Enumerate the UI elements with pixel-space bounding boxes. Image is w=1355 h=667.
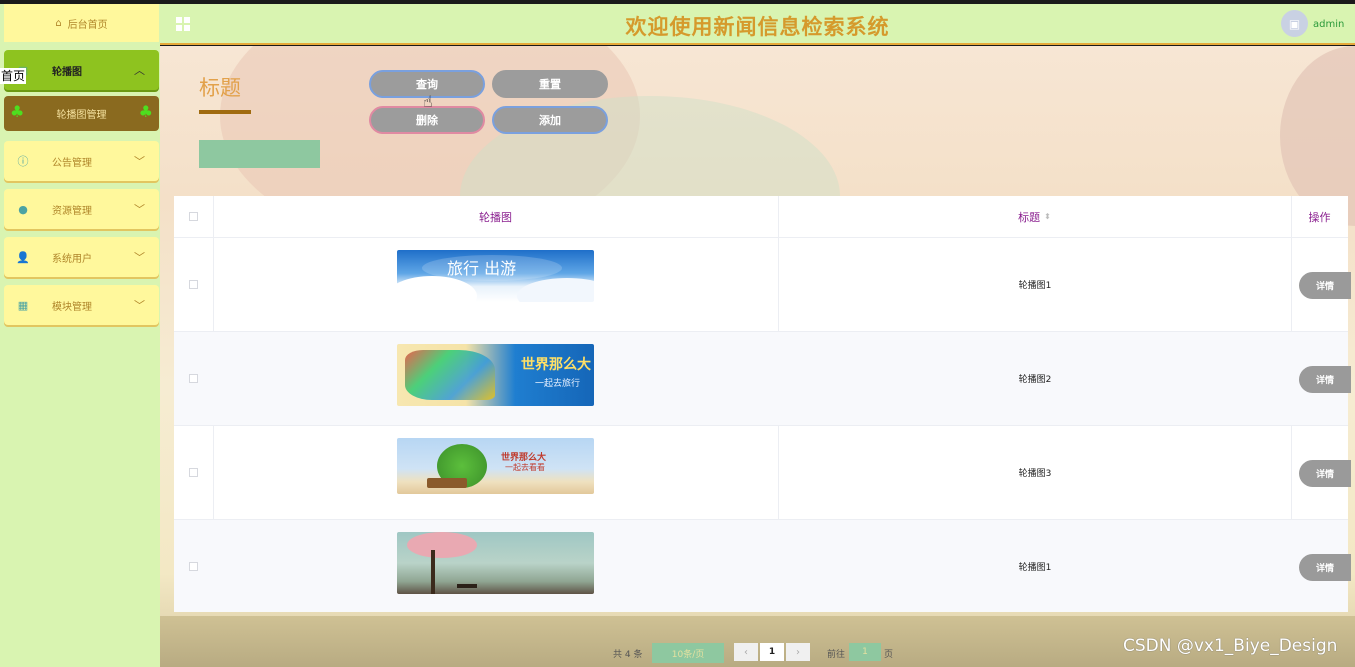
table-row: 轮播图1 详情: [174, 520, 1351, 612]
image-tree-trunk: [431, 550, 435, 594]
row-title: 轮播图1: [1018, 563, 1052, 573]
pointer-cursor-icon: ☝: [423, 92, 433, 111]
header-select-all-cell: [174, 196, 213, 238]
user-icon: 👤: [16, 250, 30, 264]
page-suffix-label: 页: [884, 649, 894, 660]
row-title: 轮播图2: [1018, 375, 1052, 385]
home-overlay-text: 首页: [0, 68, 27, 84]
main-content: 标题 查询 重置 删除 添加 ☝ 轮播图 标题 ⬍ 操作 旅行 出游 轮播图1: [160, 46, 1355, 667]
table-row: 世界那么大 一起去看看 轮播图3 详情: [174, 426, 1351, 520]
detail-button[interactable]: 详情: [1299, 272, 1351, 299]
watermark: CSDN @vx1_Biye_Design: [1123, 636, 1338, 656]
carousel-thumbnail: 世界那么大 一起去旅行: [397, 344, 594, 406]
table-row: 旅行 出游 轮播图1 详情: [174, 238, 1351, 332]
image-tree-canopy: [407, 532, 477, 558]
detail-button[interactable]: 详情: [1299, 554, 1351, 581]
sidebar-item-label: 轮播图: [52, 66, 82, 78]
row-checkbox[interactable]: [189, 280, 198, 289]
chevron-up-icon: ︿: [134, 64, 145, 77]
column-header-actions: 操作: [1291, 196, 1348, 238]
sidebar-item-label: 资源管理: [52, 205, 92, 217]
goto-label: 前往: [827, 649, 846, 660]
column-header-image: 轮播图: [213, 196, 778, 238]
row-checkbox[interactable]: [189, 562, 198, 571]
sidebar-item-modules[interactable]: ▦ 模块管理 ﹀: [4, 285, 159, 325]
data-table: 轮播图 标题 ⬍ 操作 旅行 出游 轮播图1 详情 世界那么大 一起去旅行 轮播…: [174, 196, 1351, 612]
filter-underline: [199, 110, 251, 114]
add-button[interactable]: 添加: [492, 106, 608, 134]
grid-icon: ▦: [17, 298, 29, 312]
carousel-thumbnail: 旅行 出游: [397, 250, 594, 302]
sidebar-item-label: 公告管理: [52, 157, 92, 169]
carousel-thumbnail: 世界那么大 一起去看看: [397, 438, 594, 494]
chevron-down-icon: ﹀: [134, 299, 145, 312]
image-cloud: [517, 278, 594, 302]
username[interactable]: admin: [1313, 19, 1344, 30]
reset-button[interactable]: 重置: [492, 70, 608, 98]
row-checkbox[interactable]: [189, 374, 198, 383]
row-title: 轮播图1: [1018, 281, 1052, 291]
sidebar-item-carousel[interactable]: ▢ 轮播图 ︿: [4, 50, 159, 90]
next-page-button[interactable]: ›: [786, 643, 810, 661]
chevron-down-icon: ﹀: [134, 203, 145, 216]
image-caption: 世界那么大: [521, 357, 591, 373]
avatar[interactable]: ▣: [1281, 10, 1308, 37]
sidebar-home[interactable]: ⌂ 后台首页: [4, 4, 159, 42]
select-all-checkbox[interactable]: [189, 212, 198, 221]
page-size-select[interactable]: 10条/页: [652, 643, 724, 663]
tree-icon: ♣: [10, 102, 25, 121]
image-suitcase: [427, 478, 467, 488]
sidebar-home-label: 后台首页: [67, 19, 108, 31]
sidebar-subitem-carousel-manage[interactable]: ♣ 轮播图管理 ♣: [4, 96, 159, 131]
page-title: 欢迎使用新闻信息检索系统: [625, 15, 890, 39]
sidebar-subitem-label: 轮播图管理: [56, 110, 107, 121]
sidebar-item-notice[interactable]: ⓘ 公告管理 ﹀: [4, 141, 159, 181]
home-icon: ⌂: [55, 17, 62, 29]
filter-label: 标题: [199, 76, 241, 100]
sidebar-item-label: 系统用户: [52, 253, 92, 265]
location-icon: ●: [18, 202, 28, 216]
info-icon: ⓘ: [17, 155, 29, 168]
header: 欢迎使用新闻信息检索系统 ▣ admin: [160, 4, 1355, 45]
image-subcaption: 一起去旅行: [535, 379, 581, 389]
sidebar-item-resources[interactable]: ● 资源管理 ﹀: [4, 189, 159, 229]
image-bench: [457, 584, 477, 588]
page-number-button[interactable]: 1: [760, 643, 784, 661]
goto-page-input[interactable]: 1: [849, 643, 881, 661]
chevron-down-icon: ﹀: [134, 155, 145, 168]
image-caption: 旅行 出游: [447, 259, 517, 278]
sidebar: ⌂ 后台首页 ▢ 轮播图 ︿ ♣ 轮播图管理 ♣ ⓘ 公告管理 ﹀ ● 资源管理…: [0, 4, 160, 667]
row-checkbox[interactable]: [189, 468, 198, 477]
chevron-down-icon: ﹀: [134, 251, 145, 264]
sort-icon[interactable]: ⬍: [1044, 212, 1051, 221]
title-search-input[interactable]: [199, 140, 320, 168]
detail-button[interactable]: 详情: [1299, 366, 1351, 393]
column-header-title[interactable]: 标题 ⬍: [778, 196, 1291, 238]
pagination-total: 共 4 条: [613, 649, 643, 660]
detail-button[interactable]: 详情: [1299, 460, 1351, 487]
column-header-title-label: 标题: [1018, 210, 1041, 224]
sidebar-item-users[interactable]: 👤 系统用户 ﹀: [4, 237, 159, 277]
image-subcaption: 一起去看看: [505, 463, 545, 472]
image-collage: [405, 350, 495, 400]
table-row: 世界那么大 一起去旅行 轮播图2 详情: [174, 332, 1351, 426]
row-title: 轮播图3: [1018, 469, 1052, 479]
image-icon: ▣: [1288, 16, 1301, 31]
prev-page-button[interactable]: ‹: [734, 643, 758, 661]
tree-icon: ♣: [138, 102, 153, 121]
sidebar-item-label: 模块管理: [52, 301, 92, 313]
carousel-thumbnail: [397, 532, 594, 594]
